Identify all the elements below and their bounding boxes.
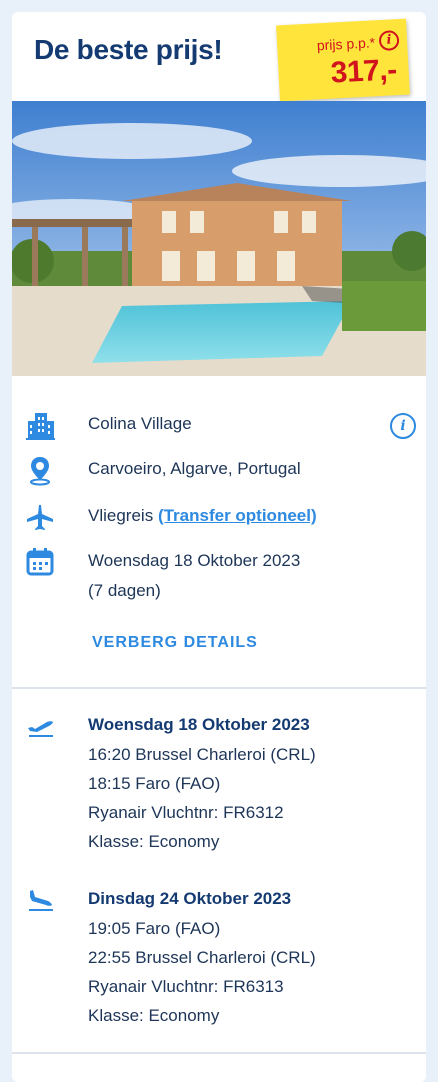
- price-info-icon[interactable]: i: [378, 30, 400, 52]
- building-icon: [26, 413, 55, 440]
- takeoff-icon: [28, 721, 53, 737]
- transfer-link[interactable]: (Transfer optioneel): [158, 506, 317, 525]
- outbound-class: Klasse: Economy: [88, 832, 220, 851]
- outbound-arrival: 18:15 Faro (FAO): [88, 774, 221, 793]
- return-date: Dinsdag 24 Oktober 2023: [88, 889, 292, 908]
- travel-type-label: Vliegreis: [88, 506, 154, 525]
- info-icon[interactable]: i: [390, 413, 416, 439]
- calendar-icon: [26, 548, 54, 576]
- hide-details-button[interactable]: VERBERG DETAILS: [92, 634, 258, 652]
- location-text: Carvoeiro, Algarve, Portugal: [88, 459, 301, 478]
- page-title: De beste prijs!: [34, 34, 223, 65]
- outbound-departure: 16:20 Brussel Charleroi (CRL): [88, 745, 316, 764]
- travel-duration: (7 dagen): [88, 581, 161, 600]
- landing-icon: [29, 890, 53, 911]
- price-sticker: prijs p.p.* i 317,-: [276, 18, 410, 102]
- hotel-photo[interactable]: [12, 101, 426, 376]
- section-divider: [12, 687, 426, 689]
- price-label: prijs p.p.*: [316, 34, 376, 54]
- return-arrival: 22:55 Brussel Charleroi (CRL): [88, 948, 316, 967]
- return-class: Klasse: Economy: [88, 1006, 220, 1025]
- map-pin-icon: [30, 457, 50, 486]
- offer-card: De beste prijs! prijs p.p.* i 317,- Coli…: [12, 12, 426, 1082]
- travel-date: Woensdag 18 Oktober 2023: [88, 551, 301, 570]
- outbound-date: Woensdag 18 Oktober 2023: [88, 715, 310, 734]
- outbound-carrier: Ryanair Vluchtnr: FR6312: [88, 803, 284, 822]
- bottom-divider: [12, 1052, 426, 1054]
- return-departure: 19:05 Faro (FAO): [88, 919, 221, 938]
- travel-type: Vliegreis (Transfer optioneel): [88, 501, 317, 531]
- hotel-name: Colina Village: [88, 414, 192, 433]
- airplane-icon: [27, 505, 53, 530]
- return-carrier: Ryanair Vluchtnr: FR6313: [88, 977, 284, 996]
- price-value: 317,-: [329, 53, 398, 90]
